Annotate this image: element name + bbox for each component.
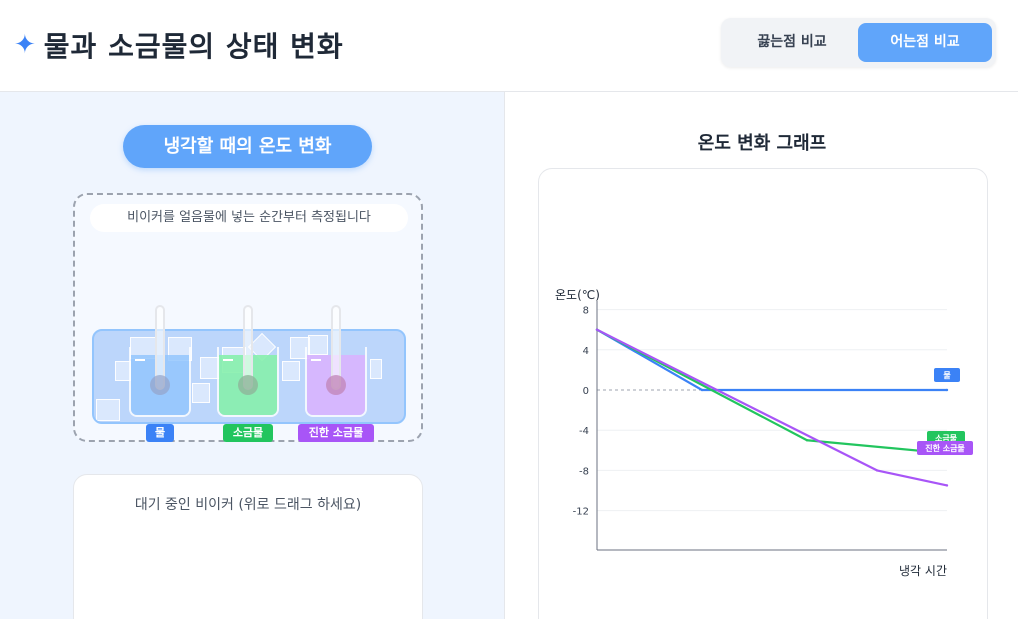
beaker-label-concentrated[interactable]: 진한 소금물: [298, 424, 374, 442]
y-axis-label: 온도(℃): [555, 288, 600, 302]
series-end-label: 진한 소금물: [925, 443, 965, 453]
y-tick-label: 4: [583, 346, 589, 357]
beaker-label-water[interactable]: 물: [146, 424, 174, 442]
section-title: 냉각할 때의 온도 변화: [123, 125, 372, 168]
title-group: ✦ 물과 소금물의 상태 변화: [14, 25, 344, 65]
series-end-label: 물: [943, 371, 951, 380]
ice-cube: [96, 399, 120, 421]
data-point: [875, 469, 879, 472]
graph-panel: 온도 변화 그래프 8 4 0 -4 -8 -12 온도(℃) 냉각 시간 물 소금물 진한 소금물: [506, 92, 1018, 619]
tab-freezing-point[interactable]: 어는점 비교: [858, 23, 992, 62]
tab-boiling-point[interactable]: 끓는점 비교: [727, 23, 857, 62]
thermometer-bulb: [150, 375, 170, 395]
thermometer-bulb: [238, 375, 258, 395]
data-point: [945, 484, 949, 487]
ice-cube: [282, 361, 300, 381]
series-line-0: [596, 328, 947, 392]
y-tick-label: -4: [579, 426, 589, 437]
ice-cube: [370, 359, 382, 379]
page-title: 물과 소금물의 상태 변화: [43, 30, 344, 63]
comparison-toggle: 끓는점 비교 어는점 비교: [721, 18, 996, 67]
data-point: [595, 328, 599, 331]
x-axis-label: 냉각 시간: [899, 564, 947, 578]
ice-cube: [192, 383, 210, 403]
beaker-label-saltwater[interactable]: 소금물: [223, 424, 273, 442]
glass-shine: [223, 359, 233, 361]
waiting-label: 대기 중인 비이커 (위로 드래그 하세요): [134, 497, 362, 513]
app-header: ✦ 물과 소금물의 상태 변화 끓는점 비교 어는점 비교: [0, 0, 1018, 92]
temperature-chart: 840-4-8-12온도(℃)냉각 시간물소금물진한 소금물: [555, 288, 973, 578]
data-point: [945, 388, 949, 392]
y-tick-label: -8: [579, 466, 589, 477]
y-tick-label: 0: [583, 386, 589, 397]
graph-title: 온도 변화 그래프: [697, 133, 827, 154]
experiment-panel: 냉각할 때의 온도 변화 비이커를 얼음물에 넣는 순간부터 측정됩니다 물 소…: [0, 92, 505, 619]
graph-card: 8 4 0 -4 -8 -12 온도(℃) 냉각 시간 물 소금물 진한 소금물: [538, 168, 988, 619]
series-line-2: [596, 328, 948, 487]
sparkle-icon: ✦: [14, 30, 36, 60]
glass-shine: [311, 359, 321, 361]
thermometer-bulb: [326, 375, 346, 395]
series-line-1: [596, 328, 948, 455]
data-point: [700, 388, 704, 392]
glass-shine: [135, 359, 145, 361]
y-tick-label: 8: [583, 306, 589, 317]
data-point: [805, 439, 809, 442]
waiting-beaker-area[interactable]: 대기 중인 비이커 (위로 드래그 하세요): [73, 474, 423, 619]
measurement-hint: 비이커를 얼음물에 넣는 순간부터 측정됩니다: [90, 204, 408, 232]
y-tick-label: -12: [573, 507, 589, 518]
beaker-drop-zone[interactable]: 비이커를 얼음물에 넣는 순간부터 측정됩니다 물 소금물 진한 소금물: [73, 193, 423, 442]
